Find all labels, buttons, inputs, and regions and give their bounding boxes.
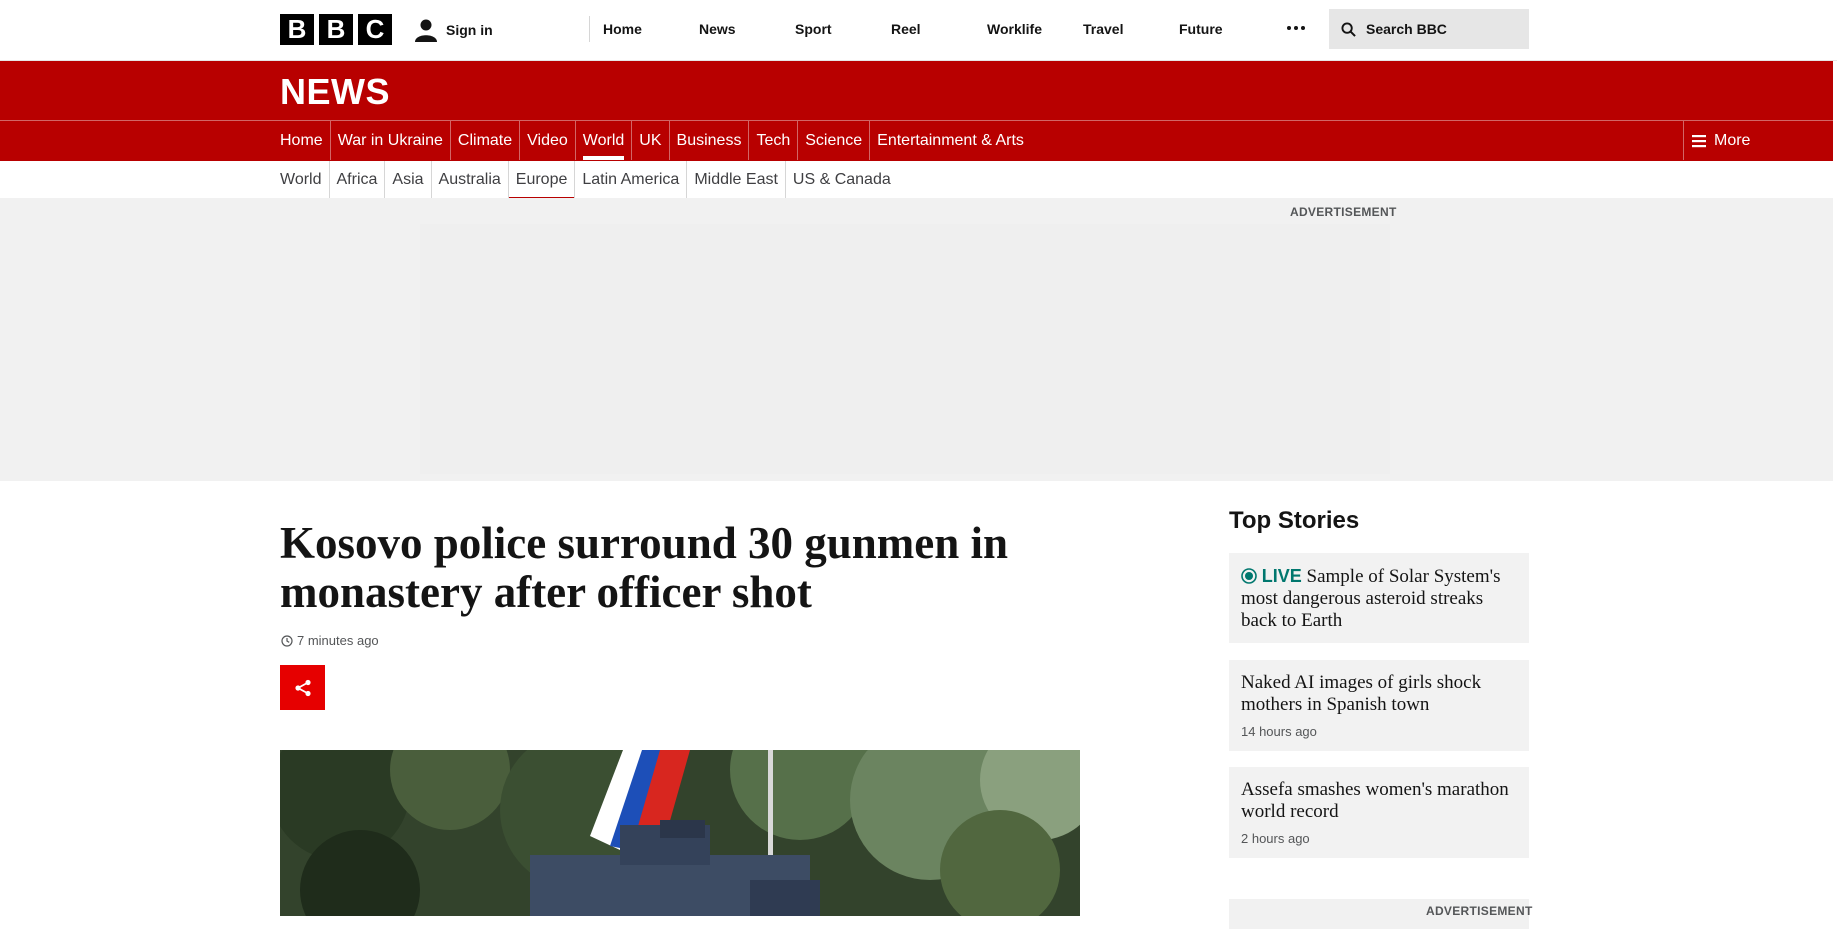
article-hero-image: [280, 750, 1080, 916]
subnav-africa[interactable]: Africa: [328, 161, 385, 198]
timestamp-text: 7 minutes ago: [297, 633, 379, 648]
bbc-logo-letter: C: [358, 14, 392, 45]
global-masthead: B B C Sign in Home News Sport Reel Workl…: [0, 0, 1837, 61]
bbc-logo-letter: B: [280, 14, 314, 45]
global-nav-worklife[interactable]: Worklife: [976, 0, 1072, 57]
top-story-time: 14 hours ago: [1241, 724, 1317, 739]
top-story-item[interactable]: Assefa smashes women's marathon world re…: [1229, 767, 1529, 858]
section-nav-uk[interactable]: UK: [631, 121, 668, 160]
section-nav-war-in-ukraine[interactable]: War in Ukraine: [329, 121, 450, 160]
more-menu-label: More: [1714, 131, 1751, 149]
more-nav-ellipsis-icon[interactable]: [1284, 15, 1308, 41]
section-nav-climate[interactable]: Climate: [449, 121, 519, 160]
subnav-australia[interactable]: Australia: [430, 161, 508, 198]
user-icon: [415, 19, 437, 42]
region-subnav: World Africa Asia Australia Europe Latin…: [280, 161, 898, 200]
advertisement-slot[interactable]: [420, 224, 1390, 474]
top-advertisement: ADVERTISEMENT: [0, 198, 1833, 481]
global-nav: Home News Sport Reel Worklife Travel Fut…: [592, 0, 1264, 57]
top-story-item[interactable]: Naked AI images of girls shock mothers i…: [1229, 660, 1529, 751]
top-story-item[interactable]: LIVE Sample of Solar System's most dange…: [1229, 553, 1529, 643]
hero-photo-illustration: [280, 750, 1080, 916]
advertisement-label: ADVERTISEMENT: [1290, 205, 1397, 219]
more-menu-button[interactable]: More: [1683, 121, 1833, 160]
sign-in-label: Sign in: [446, 21, 493, 38]
news-logo[interactable]: NEWS: [280, 71, 390, 113]
news-section-nav: Home War in Ukraine Climate Video World …: [280, 121, 1031, 160]
subnav-latin-america[interactable]: Latin America: [574, 161, 686, 198]
hamburger-icon: [1692, 134, 1706, 147]
subnav-world[interactable]: World: [280, 161, 329, 198]
sign-in-link[interactable]: Sign in: [414, 14, 493, 45]
global-nav-travel[interactable]: Travel: [1072, 0, 1168, 57]
live-badge: LIVE: [1261, 566, 1302, 586]
subnav-europe[interactable]: Europe: [507, 161, 575, 200]
article-headline: Kosovo police surround 30 gunmen in mona…: [280, 518, 1009, 617]
clock-icon: [281, 634, 293, 647]
share-icon: [294, 679, 311, 696]
article-timestamp: 7 minutes ago: [281, 633, 379, 648]
top-story-headline: Naked AI images of girls shock mothers i…: [1241, 672, 1482, 715]
global-nav-sport[interactable]: Sport: [784, 0, 880, 57]
section-nav-business[interactable]: Business: [668, 121, 749, 160]
section-nav-home[interactable]: Home: [280, 121, 330, 160]
section-nav-entertainment-arts[interactable]: Entertainment & Arts: [869, 121, 1031, 160]
top-story-title: LIVE Sample of Solar System's most dange…: [1241, 565, 1517, 632]
top-stories-heading: Top Stories: [1229, 507, 1360, 534]
sidebar-advertisement: ADVERTISEMENT: [1229, 899, 1532, 929]
masthead-divider: [589, 16, 590, 42]
top-story-time: 2 hours ago: [1241, 831, 1310, 846]
global-nav-reel[interactable]: Reel: [880, 0, 976, 57]
search-icon: [1341, 21, 1356, 37]
section-nav-tech[interactable]: Tech: [748, 121, 797, 160]
subnav-asia[interactable]: Asia: [384, 161, 430, 198]
bbc-logo[interactable]: B B C: [280, 14, 392, 45]
section-nav-world[interactable]: World: [574, 121, 632, 160]
section-nav-video[interactable]: Video: [519, 121, 575, 160]
news-header: NEWS Home War in Ukraine Climate Video W…: [0, 61, 1833, 161]
global-nav-future[interactable]: Future: [1168, 0, 1264, 57]
global-nav-news[interactable]: News: [688, 0, 784, 57]
search-box[interactable]: [1329, 9, 1529, 49]
section-nav-science[interactable]: Science: [797, 121, 869, 160]
subnav-us-canada[interactable]: US & Canada: [784, 161, 898, 198]
search-input[interactable]: [1364, 20, 1518, 38]
global-nav-home[interactable]: Home: [592, 0, 688, 57]
share-button[interactable]: [280, 665, 325, 710]
live-indicator-icon: [1241, 568, 1257, 584]
subnav-middle-east[interactable]: Middle East: [686, 161, 785, 198]
bbc-logo-letter: B: [319, 14, 353, 45]
top-story-headline: Assefa smashes women's marathon world re…: [1241, 779, 1509, 822]
